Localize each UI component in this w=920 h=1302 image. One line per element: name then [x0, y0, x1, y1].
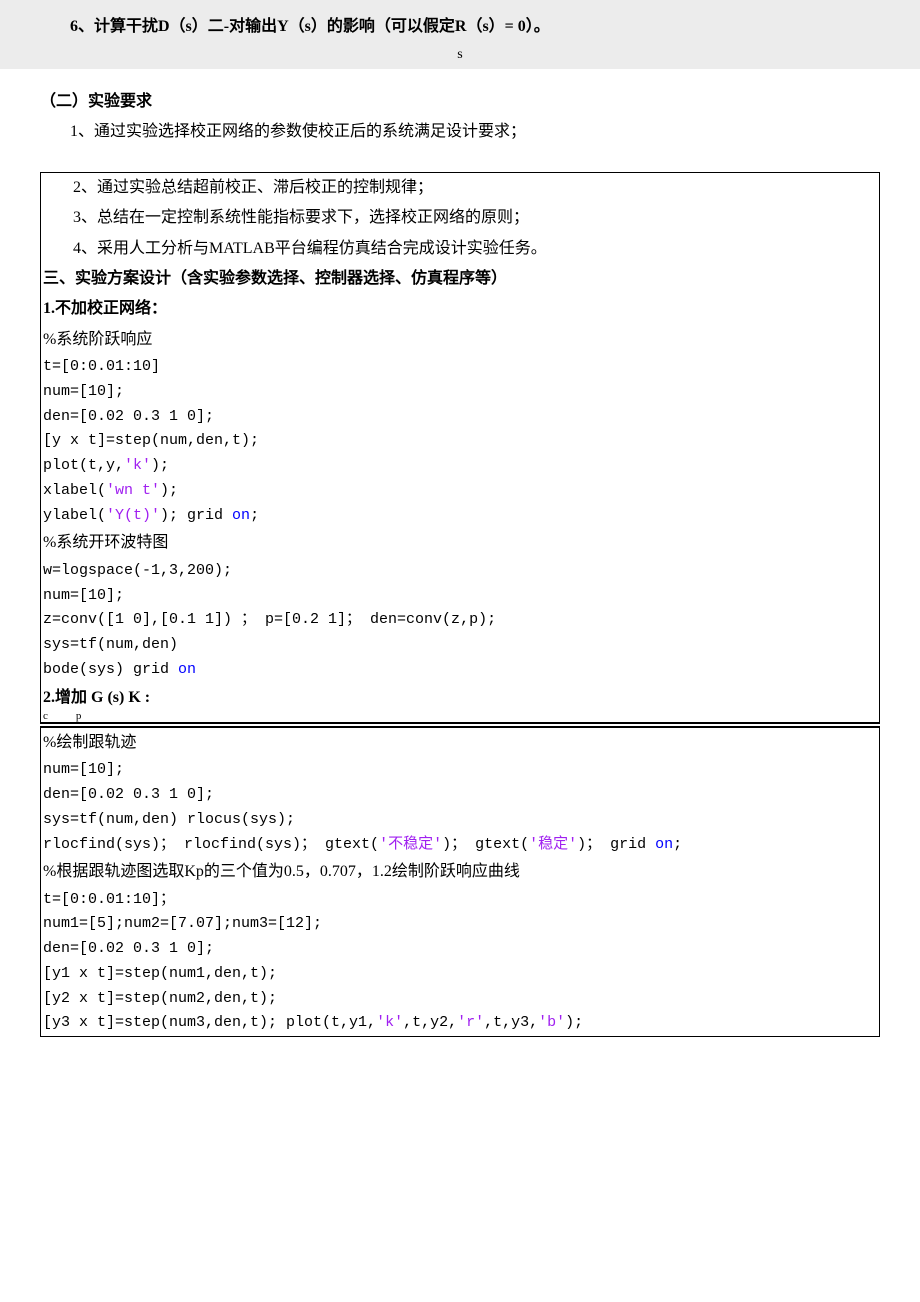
code-line: [y2 x t]=step(num2,den,t); — [41, 987, 879, 1012]
subsection-1-heading: 1.不加校正网络： — [41, 294, 879, 324]
string-literal: 'k' — [376, 1014, 403, 1031]
code-line: t=[0:0.01:10] — [41, 355, 879, 380]
string-literal: 'r' — [457, 1014, 484, 1031]
string-literal: 'b' — [538, 1014, 565, 1031]
comment-bode: %系统开环波特图 — [41, 528, 879, 558]
item-6-text: 6、计算干扰D（s）二-对输出Y（s）的影响（可以假定R（s）= 0）。 — [70, 12, 880, 42]
code-line: [y3 x t]=step(num3,den,t); plot(t,y1,'k'… — [41, 1011, 879, 1036]
code-line: t=[0:0.01:10]； — [41, 888, 879, 913]
code-text: ); grid — [160, 507, 232, 524]
code-text: ); — [160, 482, 178, 499]
code-line: [y x t]=step(num,den,t); — [41, 429, 879, 454]
code-line: plot(t,y,'k'); — [41, 454, 879, 479]
code-text: ; — [673, 836, 682, 853]
content-box-2: %绘制跟轨迹 num=[10]; den=[0.02 0.3 1 0]; sys… — [40, 727, 880, 1037]
code-text: xlabel( — [43, 482, 106, 499]
keyword: on — [232, 507, 250, 524]
comment-rlocus: %绘制跟轨迹 — [41, 728, 879, 758]
code-line: w=logspace(-1,3,200); — [41, 559, 879, 584]
code-text: )； gtext( — [442, 836, 529, 853]
code-text: ,t,y3, — [484, 1014, 538, 1031]
subsection-2-heading: 2.增加 G (s) K : — [41, 683, 879, 713]
string-literal: 'wn t' — [106, 482, 160, 499]
string-literal: '稳定' — [529, 836, 577, 853]
code-text: ylabel( — [43, 507, 106, 524]
code-line: den=[0.02 0.3 1 0]; — [41, 937, 879, 962]
code-line: [y1 x t]=step(num1,den,t); — [41, 962, 879, 987]
code-line: ylabel('Y(t)'); grid on; — [41, 504, 879, 529]
code-text: plot(t,y, — [43, 457, 124, 474]
comment-kp-values: %根据跟轨迹图选取Kp的三个值为0.5，0.707，1.2绘制阶跃响应曲线 — [41, 857, 879, 887]
code-line: z=conv([1 0],[0.1 1]) ； p=[0.2 1]； den=c… — [41, 608, 879, 633]
code-line: num=[10]; — [41, 584, 879, 609]
code-text: ,t,y2, — [403, 1014, 457, 1031]
req-item-4: 4、采用人工分析与MATLAB平台编程仿真结合完成设计实验任务。 — [71, 234, 879, 264]
code-line: num1=[5];num2=[7.07];num3=[12]; — [41, 912, 879, 937]
comment-step-response: %系统阶跃响应 — [41, 325, 879, 355]
string-literal: 'k' — [124, 457, 151, 474]
requirements-title: （二）实验要求 — [40, 87, 880, 117]
string-literal: '不稳定' — [379, 836, 442, 853]
code-line: sys=tf(num,den) — [41, 633, 879, 658]
code-line: xlabel('wn t'); — [41, 479, 879, 504]
code-text: ); — [565, 1014, 583, 1031]
content-box-1: 2、通过实验总结超前校正、滞后校正的控制规律； 3、总结在一定控制系统性能指标要… — [40, 172, 880, 723]
center-s-symbol: s — [40, 42, 880, 69]
code-line: den=[0.02 0.3 1 0]; — [41, 405, 879, 430]
shaded-header-region: 6、计算干扰D（s）二-对输出Y（s）的影响（可以假定R（s）= 0）。 s — [0, 0, 920, 69]
code-line: sys=tf(num,den) rlocus(sys); — [41, 808, 879, 833]
code-line: num=[10]; — [41, 380, 879, 405]
code-text: ; — [250, 507, 259, 524]
string-literal: 'Y(t)' — [106, 507, 160, 524]
code-text: bode(sys) grid — [43, 661, 178, 678]
divider-double-line — [40, 723, 880, 727]
code-line: num=[10]; — [41, 758, 879, 783]
code-text: [y3 x t]=step(num3,den,t); plot(t,y1, — [43, 1014, 376, 1031]
code-text: )； grid — [577, 836, 655, 853]
code-text: rlocfind(sys)； rlocfind(sys)； gtext( — [43, 836, 379, 853]
req-item-1: 1、通过实验选择校正网络的参数使校正后的系统满足设计要求； — [70, 117, 880, 147]
req-item-3: 3、总结在一定控制系统性能指标要求下，选择校正网络的原则； — [71, 203, 879, 233]
keyword: on — [655, 836, 673, 853]
code-line: bode(sys) grid on — [41, 658, 879, 683]
section-3-heading: 三、实验方案设计（含实验参数选择、控制器选择、仿真程序等） — [41, 264, 879, 294]
subscript-cp: cp — [41, 711, 879, 722]
req-item-2: 2、通过实验总结超前校正、滞后校正的控制规律； — [71, 173, 879, 203]
keyword: on — [178, 661, 196, 678]
code-line: rlocfind(sys)； rlocfind(sys)； gtext('不稳定… — [41, 833, 879, 858]
code-text: ); — [151, 457, 169, 474]
requirements-region: （二）实验要求 1、通过实验选择校正网络的参数使校正后的系统满足设计要求； — [0, 69, 920, 168]
code-line: den=[0.02 0.3 1 0]; — [41, 783, 879, 808]
